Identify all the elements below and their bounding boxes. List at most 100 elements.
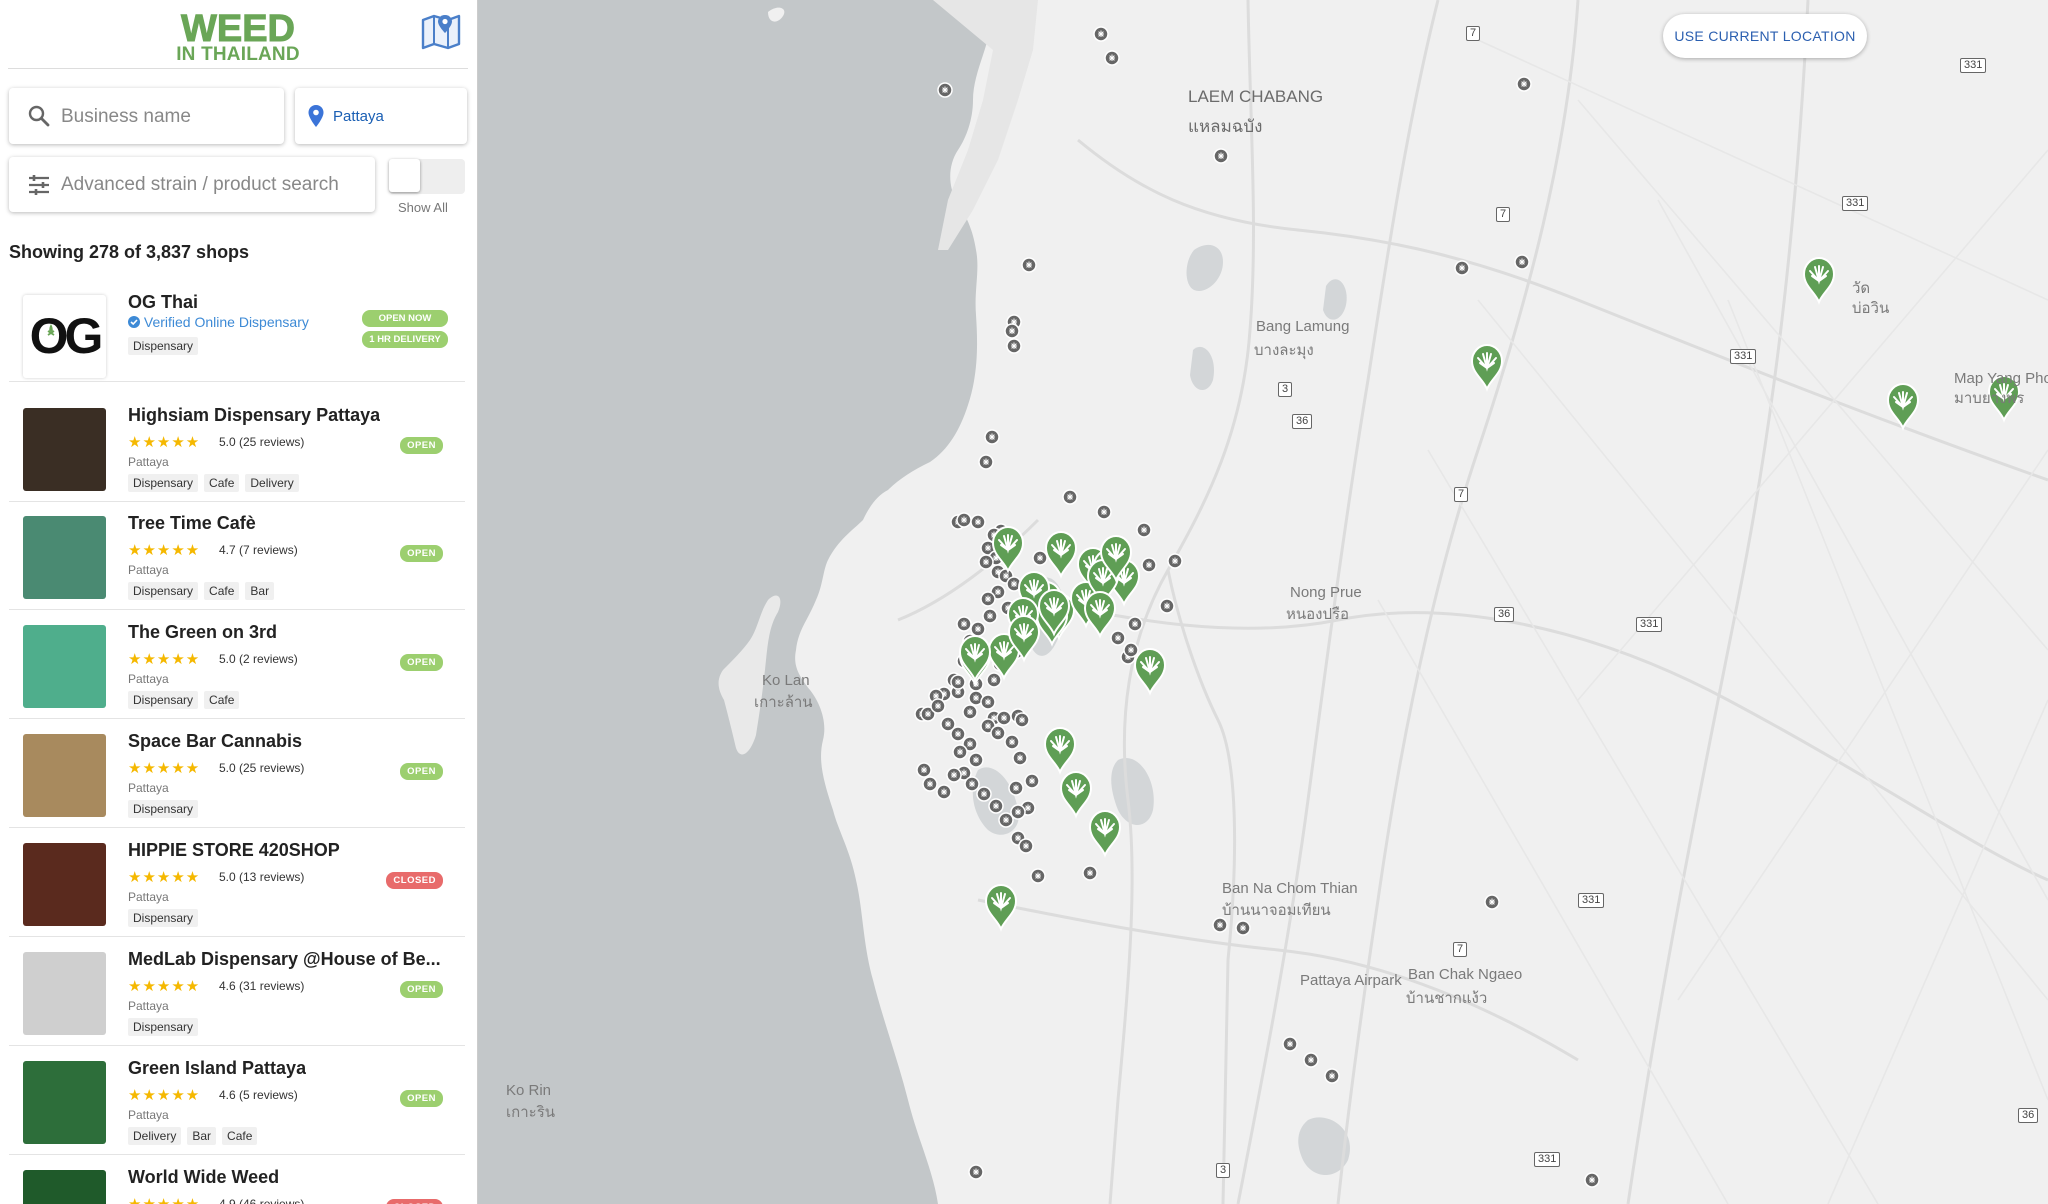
- shop-marker-grey[interactable]: [1584, 1172, 1600, 1188]
- shop-marker-grey[interactable]: [1024, 773, 1040, 789]
- shop-marker-grey[interactable]: [1167, 553, 1183, 569]
- shop-name[interactable]: Space Bar Cannabis: [128, 731, 302, 752]
- shop-card[interactable]: Highsiam Dispensary Pattaya ★★★★★ 5.0 (2…: [9, 395, 465, 502]
- featured-shop-card[interactable]: OG OG Thai Verified Online Dispensary Di…: [9, 282, 465, 382]
- shop-city: Pattaya: [128, 672, 169, 686]
- shop-name[interactable]: Green Island Pattaya: [128, 1058, 306, 1079]
- shop-marker-grey[interactable]: [1516, 76, 1532, 92]
- shop-marker-grey[interactable]: [1082, 865, 1098, 881]
- shop-name[interactable]: The Green on 3rd: [128, 622, 277, 643]
- shop-card[interactable]: Space Bar Cannabis ★★★★★ 5.0 (25 reviews…: [9, 721, 465, 828]
- shop-marker-grey[interactable]: [968, 1164, 984, 1180]
- shop-thumbnail[interactable]: [23, 734, 106, 817]
- shop-marker-grey[interactable]: [990, 725, 1006, 741]
- shop-marker-grey[interactable]: [1032, 550, 1048, 566]
- shop-card[interactable]: World Wide Weed ★★★★★ 4.9 (46 reviews) P…: [9, 1157, 465, 1204]
- shop-marker-grey[interactable]: [1213, 148, 1229, 164]
- shop-marker-grey[interactable]: [916, 762, 932, 778]
- shop-marker-grey[interactable]: [998, 812, 1014, 828]
- shop-card[interactable]: The Green on 3rd ★★★★★ 5.0 (2 reviews) P…: [9, 612, 465, 719]
- shop-marker-grey[interactable]: [1110, 630, 1126, 646]
- shop-marker-grey[interactable]: [1030, 868, 1046, 884]
- shop-name[interactable]: Tree Time Cafè: [128, 513, 256, 534]
- shop-thumbnail[interactable]: [23, 843, 106, 926]
- featured-shop-name[interactable]: OG Thai: [128, 292, 198, 313]
- tag: Dispensary: [128, 691, 199, 709]
- shop-marker-grey[interactable]: [930, 698, 946, 714]
- shop-marker-grey[interactable]: [1212, 917, 1228, 933]
- shop-marker-grey[interactable]: [1018, 838, 1034, 854]
- shop-marker-grey[interactable]: [936, 784, 952, 800]
- shop-marker-grey[interactable]: [1159, 598, 1175, 614]
- shop-marker-grey[interactable]: [980, 694, 996, 710]
- show-all-toggle[interactable]: [389, 159, 465, 194]
- shop-marker-grey[interactable]: [1014, 712, 1030, 728]
- shop-thumbnail[interactable]: [23, 408, 106, 491]
- shop-marker-grey[interactable]: [986, 672, 1002, 688]
- shop-marker-grey[interactable]: [946, 767, 962, 783]
- map[interactable]: USE CURRENT LOCATION LAEM CHABANG แหลมฉบั…: [478, 0, 2048, 1204]
- shop-marker-grey[interactable]: [1021, 257, 1037, 273]
- shop-marker-grey[interactable]: [1282, 1036, 1298, 1052]
- shop-marker-grey[interactable]: [1104, 50, 1120, 66]
- shop-marker-grey[interactable]: [1235, 920, 1251, 936]
- shop-marker-grey[interactable]: [956, 512, 972, 528]
- brand-logo[interactable]: WEED IN THAILAND: [176, 10, 300, 65]
- shop-marker-grey[interactable]: [1008, 780, 1024, 796]
- shop-marker-grey[interactable]: [937, 82, 953, 98]
- shop-thumbnail[interactable]: [23, 1170, 106, 1204]
- shop-marker-grey[interactable]: [982, 608, 998, 624]
- map-icon[interactable]: [421, 12, 461, 50]
- shop-card[interactable]: HIPPIE STORE 420SHOP ★★★★★ 5.0 (13 revie…: [9, 830, 465, 937]
- shop-marker-grey[interactable]: [1141, 557, 1157, 573]
- shop-marker-grey[interactable]: [1484, 894, 1500, 910]
- location-input[interactable]: Pattaya: [295, 88, 467, 144]
- star-rating-icon: ★★★★★: [128, 1087, 201, 1104]
- shop-marker-grey[interactable]: [1136, 522, 1152, 538]
- shop-marker-grey[interactable]: [1004, 734, 1020, 750]
- shop-card[interactable]: Tree Time Cafè ★★★★★ 4.7 (7 reviews) Pat…: [9, 503, 465, 610]
- shop-marker-grey[interactable]: [976, 786, 992, 802]
- shop-card[interactable]: MedLab Dispensary @House of Be... ★★★★★ …: [9, 939, 465, 1046]
- shop-marker-grey[interactable]: [922, 776, 938, 792]
- advanced-search-input[interactable]: Advanced strain / product search: [9, 157, 375, 212]
- shop-marker-grey[interactable]: [978, 454, 994, 470]
- shop-name[interactable]: MedLab Dispensary @House of Be...: [128, 949, 441, 970]
- shop-card[interactable]: Green Island Pattaya ★★★★★ 4.6 (5 review…: [9, 1048, 465, 1155]
- shop-marker-grey[interactable]: [980, 591, 996, 607]
- shop-marker-grey[interactable]: [950, 726, 966, 742]
- shop-marker-grey[interactable]: [1006, 338, 1022, 354]
- shop-name[interactable]: World Wide Weed: [128, 1167, 279, 1188]
- shop-marker-grey[interactable]: [996, 710, 1012, 726]
- shop-thumbnail[interactable]: [23, 952, 106, 1035]
- shop-marker-grey[interactable]: [1303, 1052, 1319, 1068]
- shop-marker-grey[interactable]: [950, 674, 966, 690]
- shop-marker-grey[interactable]: [1012, 750, 1028, 766]
- shop-marker-grey[interactable]: [978, 554, 994, 570]
- map-canvas[interactable]: [478, 0, 2048, 1204]
- business-search-input[interactable]: Business name: [9, 88, 284, 144]
- shop-marker-grey[interactable]: [1096, 504, 1112, 520]
- shop-marker-grey[interactable]: [968, 752, 984, 768]
- shop-marker-grey[interactable]: [1062, 489, 1078, 505]
- shop-marker-grey[interactable]: [952, 744, 968, 760]
- shop-marker-grey[interactable]: [1123, 642, 1139, 658]
- shop-marker-grey[interactable]: [988, 798, 1004, 814]
- shop-name[interactable]: HIPPIE STORE 420SHOP: [128, 840, 340, 861]
- shop-marker-grey[interactable]: [970, 514, 986, 530]
- shop-marker-grey[interactable]: [984, 429, 1000, 445]
- shop-marker-grey[interactable]: [956, 616, 972, 632]
- shop-marker-grey[interactable]: [1454, 260, 1470, 276]
- shop-marker-grey[interactable]: [1004, 323, 1020, 339]
- shop-marker-grey[interactable]: [1324, 1068, 1340, 1084]
- shop-marker-grey[interactable]: [1514, 254, 1530, 270]
- shop-thumbnail[interactable]: [23, 516, 106, 599]
- shop-thumbnail[interactable]: [23, 1061, 106, 1144]
- shop-marker-grey[interactable]: [964, 776, 980, 792]
- shop-thumbnail[interactable]: [23, 625, 106, 708]
- shop-name[interactable]: Highsiam Dispensary Pattaya: [128, 405, 380, 426]
- shop-marker-grey[interactable]: [1093, 26, 1109, 42]
- shop-marker-grey[interactable]: [1127, 616, 1143, 632]
- use-current-location-button[interactable]: USE CURRENT LOCATION: [1663, 14, 1867, 58]
- shop-marker-grey[interactable]: [962, 704, 978, 720]
